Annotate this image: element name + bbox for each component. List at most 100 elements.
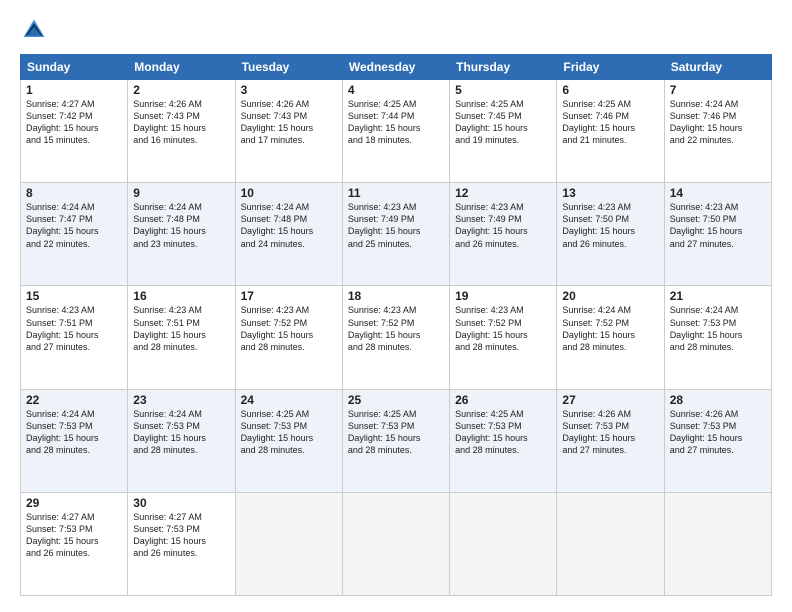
- day-number: 4: [348, 83, 444, 97]
- day-info: Sunrise: 4:24 AM Sunset: 7:52 PM Dayligh…: [562, 304, 658, 353]
- day-number: 7: [670, 83, 766, 97]
- day-info: Sunrise: 4:25 AM Sunset: 7:46 PM Dayligh…: [562, 98, 658, 147]
- calendar-day: 27Sunrise: 4:26 AM Sunset: 7:53 PM Dayli…: [557, 389, 664, 492]
- day-info: Sunrise: 4:25 AM Sunset: 7:53 PM Dayligh…: [455, 408, 551, 457]
- day-number: 2: [133, 83, 229, 97]
- day-info: Sunrise: 4:24 AM Sunset: 7:53 PM Dayligh…: [26, 408, 122, 457]
- weekday-header-tuesday: Tuesday: [235, 55, 342, 80]
- weekday-header-wednesday: Wednesday: [342, 55, 449, 80]
- day-info: Sunrise: 4:23 AM Sunset: 7:49 PM Dayligh…: [348, 201, 444, 250]
- weekday-header-friday: Friday: [557, 55, 664, 80]
- day-info: Sunrise: 4:27 AM Sunset: 7:53 PM Dayligh…: [26, 511, 122, 560]
- calendar-day: 13Sunrise: 4:23 AM Sunset: 7:50 PM Dayli…: [557, 183, 664, 286]
- calendar-day: 17Sunrise: 4:23 AM Sunset: 7:52 PM Dayli…: [235, 286, 342, 389]
- calendar-day: [342, 492, 449, 595]
- calendar-day: 7Sunrise: 4:24 AM Sunset: 7:46 PM Daylig…: [664, 80, 771, 183]
- weekday-header-saturday: Saturday: [664, 55, 771, 80]
- day-info: Sunrise: 4:24 AM Sunset: 7:48 PM Dayligh…: [133, 201, 229, 250]
- calendar-day: 25Sunrise: 4:25 AM Sunset: 7:53 PM Dayli…: [342, 389, 449, 492]
- day-number: 1: [26, 83, 122, 97]
- day-number: 26: [455, 393, 551, 407]
- calendar-week-2: 8Sunrise: 4:24 AM Sunset: 7:47 PM Daylig…: [21, 183, 772, 286]
- calendar-week-5: 29Sunrise: 4:27 AM Sunset: 7:53 PM Dayli…: [21, 492, 772, 595]
- day-number: 17: [241, 289, 337, 303]
- day-number: 20: [562, 289, 658, 303]
- calendar-day: 18Sunrise: 4:23 AM Sunset: 7:52 PM Dayli…: [342, 286, 449, 389]
- calendar-day: 9Sunrise: 4:24 AM Sunset: 7:48 PM Daylig…: [128, 183, 235, 286]
- calendar-week-3: 15Sunrise: 4:23 AM Sunset: 7:51 PM Dayli…: [21, 286, 772, 389]
- calendar-day: [450, 492, 557, 595]
- day-info: Sunrise: 4:23 AM Sunset: 7:52 PM Dayligh…: [241, 304, 337, 353]
- day-number: 11: [348, 186, 444, 200]
- day-info: Sunrise: 4:24 AM Sunset: 7:46 PM Dayligh…: [670, 98, 766, 147]
- day-info: Sunrise: 4:26 AM Sunset: 7:53 PM Dayligh…: [670, 408, 766, 457]
- day-info: Sunrise: 4:23 AM Sunset: 7:52 PM Dayligh…: [348, 304, 444, 353]
- calendar-day: 2Sunrise: 4:26 AM Sunset: 7:43 PM Daylig…: [128, 80, 235, 183]
- day-number: 24: [241, 393, 337, 407]
- day-number: 23: [133, 393, 229, 407]
- calendar-day: 14Sunrise: 4:23 AM Sunset: 7:50 PM Dayli…: [664, 183, 771, 286]
- day-number: 3: [241, 83, 337, 97]
- day-info: Sunrise: 4:25 AM Sunset: 7:53 PM Dayligh…: [348, 408, 444, 457]
- calendar-week-1: 1Sunrise: 4:27 AM Sunset: 7:42 PM Daylig…: [21, 80, 772, 183]
- day-number: 13: [562, 186, 658, 200]
- calendar-day: [235, 492, 342, 595]
- day-number: 10: [241, 186, 337, 200]
- day-info: Sunrise: 4:25 AM Sunset: 7:45 PM Dayligh…: [455, 98, 551, 147]
- day-number: 5: [455, 83, 551, 97]
- calendar-day: 29Sunrise: 4:27 AM Sunset: 7:53 PM Dayli…: [21, 492, 128, 595]
- calendar-day: 10Sunrise: 4:24 AM Sunset: 7:48 PM Dayli…: [235, 183, 342, 286]
- day-info: Sunrise: 4:25 AM Sunset: 7:44 PM Dayligh…: [348, 98, 444, 147]
- calendar-body: 1Sunrise: 4:27 AM Sunset: 7:42 PM Daylig…: [21, 80, 772, 596]
- day-info: Sunrise: 4:24 AM Sunset: 7:53 PM Dayligh…: [670, 304, 766, 353]
- calendar-day: 6Sunrise: 4:25 AM Sunset: 7:46 PM Daylig…: [557, 80, 664, 183]
- calendar-day: 19Sunrise: 4:23 AM Sunset: 7:52 PM Dayli…: [450, 286, 557, 389]
- day-info: Sunrise: 4:23 AM Sunset: 7:52 PM Dayligh…: [455, 304, 551, 353]
- calendar-day: 24Sunrise: 4:25 AM Sunset: 7:53 PM Dayli…: [235, 389, 342, 492]
- calendar-day: 4Sunrise: 4:25 AM Sunset: 7:44 PM Daylig…: [342, 80, 449, 183]
- header: [20, 16, 772, 44]
- day-number: 12: [455, 186, 551, 200]
- day-number: 16: [133, 289, 229, 303]
- day-number: 22: [26, 393, 122, 407]
- calendar-day: 20Sunrise: 4:24 AM Sunset: 7:52 PM Dayli…: [557, 286, 664, 389]
- day-number: 9: [133, 186, 229, 200]
- day-info: Sunrise: 4:23 AM Sunset: 7:50 PM Dayligh…: [670, 201, 766, 250]
- day-info: Sunrise: 4:27 AM Sunset: 7:53 PM Dayligh…: [133, 511, 229, 560]
- day-info: Sunrise: 4:25 AM Sunset: 7:53 PM Dayligh…: [241, 408, 337, 457]
- day-number: 29: [26, 496, 122, 510]
- day-number: 15: [26, 289, 122, 303]
- day-number: 6: [562, 83, 658, 97]
- calendar-day: 3Sunrise: 4:26 AM Sunset: 7:43 PM Daylig…: [235, 80, 342, 183]
- weekday-header-monday: Monday: [128, 55, 235, 80]
- weekday-header-sunday: Sunday: [21, 55, 128, 80]
- calendar-day: [557, 492, 664, 595]
- calendar-day: 21Sunrise: 4:24 AM Sunset: 7:53 PM Dayli…: [664, 286, 771, 389]
- day-info: Sunrise: 4:26 AM Sunset: 7:53 PM Dayligh…: [562, 408, 658, 457]
- day-info: Sunrise: 4:26 AM Sunset: 7:43 PM Dayligh…: [241, 98, 337, 147]
- day-info: Sunrise: 4:24 AM Sunset: 7:47 PM Dayligh…: [26, 201, 122, 250]
- day-info: Sunrise: 4:26 AM Sunset: 7:43 PM Dayligh…: [133, 98, 229, 147]
- calendar-table: SundayMondayTuesdayWednesdayThursdayFrid…: [20, 54, 772, 596]
- day-info: Sunrise: 4:27 AM Sunset: 7:42 PM Dayligh…: [26, 98, 122, 147]
- day-info: Sunrise: 4:23 AM Sunset: 7:49 PM Dayligh…: [455, 201, 551, 250]
- day-number: 28: [670, 393, 766, 407]
- day-info: Sunrise: 4:24 AM Sunset: 7:48 PM Dayligh…: [241, 201, 337, 250]
- calendar-day: 8Sunrise: 4:24 AM Sunset: 7:47 PM Daylig…: [21, 183, 128, 286]
- day-number: 21: [670, 289, 766, 303]
- calendar-day: [664, 492, 771, 595]
- calendar-day: 28Sunrise: 4:26 AM Sunset: 7:53 PM Dayli…: [664, 389, 771, 492]
- calendar-day: 23Sunrise: 4:24 AM Sunset: 7:53 PM Dayli…: [128, 389, 235, 492]
- calendar-day: 5Sunrise: 4:25 AM Sunset: 7:45 PM Daylig…: [450, 80, 557, 183]
- logo-icon: [20, 16, 48, 44]
- day-number: 14: [670, 186, 766, 200]
- calendar-day: 11Sunrise: 4:23 AM Sunset: 7:49 PM Dayli…: [342, 183, 449, 286]
- calendar-day: 22Sunrise: 4:24 AM Sunset: 7:53 PM Dayli…: [21, 389, 128, 492]
- day-number: 27: [562, 393, 658, 407]
- calendar-week-4: 22Sunrise: 4:24 AM Sunset: 7:53 PM Dayli…: [21, 389, 772, 492]
- calendar-header: SundayMondayTuesdayWednesdayThursdayFrid…: [21, 55, 772, 80]
- weekday-row: SundayMondayTuesdayWednesdayThursdayFrid…: [21, 55, 772, 80]
- weekday-header-thursday: Thursday: [450, 55, 557, 80]
- day-number: 30: [133, 496, 229, 510]
- page: SundayMondayTuesdayWednesdayThursdayFrid…: [0, 0, 792, 612]
